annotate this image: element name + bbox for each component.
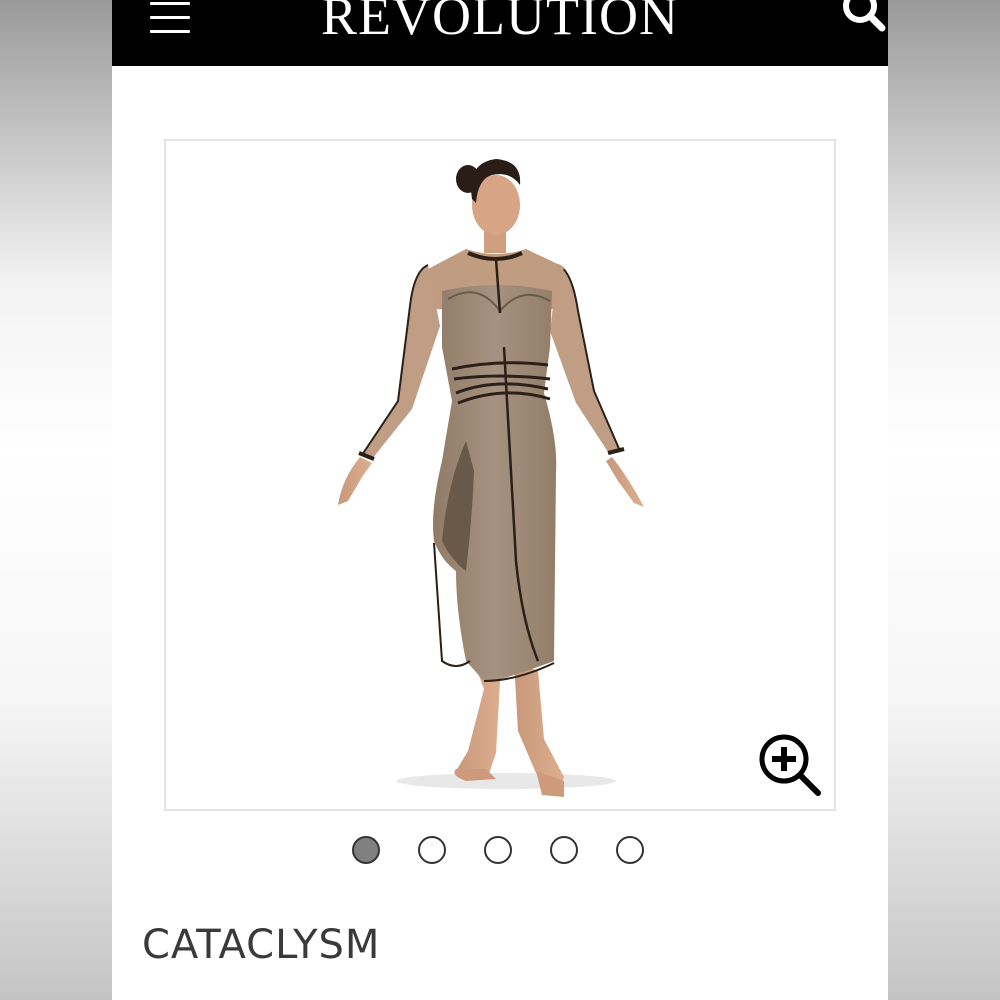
app-screen: REVOLUTION CATACLYSM bbox=[112, 0, 888, 1000]
gallery-dot-1[interactable] bbox=[352, 836, 380, 864]
brand-logo[interactable]: REVOLUTION bbox=[112, 0, 888, 46]
gallery-dot-3[interactable] bbox=[484, 836, 512, 864]
gallery-dot-5[interactable] bbox=[616, 836, 644, 864]
gallery-dot-2[interactable] bbox=[418, 836, 446, 864]
product-photo[interactable] bbox=[166, 141, 834, 809]
zoom-in-icon[interactable] bbox=[758, 733, 824, 799]
site-header: REVOLUTION bbox=[112, 0, 888, 66]
search-icon[interactable] bbox=[838, 0, 888, 32]
gallery-dot-4[interactable] bbox=[550, 836, 578, 864]
product-title: CATACLYSM bbox=[142, 922, 381, 968]
product-image-gallery[interactable] bbox=[164, 139, 836, 811]
